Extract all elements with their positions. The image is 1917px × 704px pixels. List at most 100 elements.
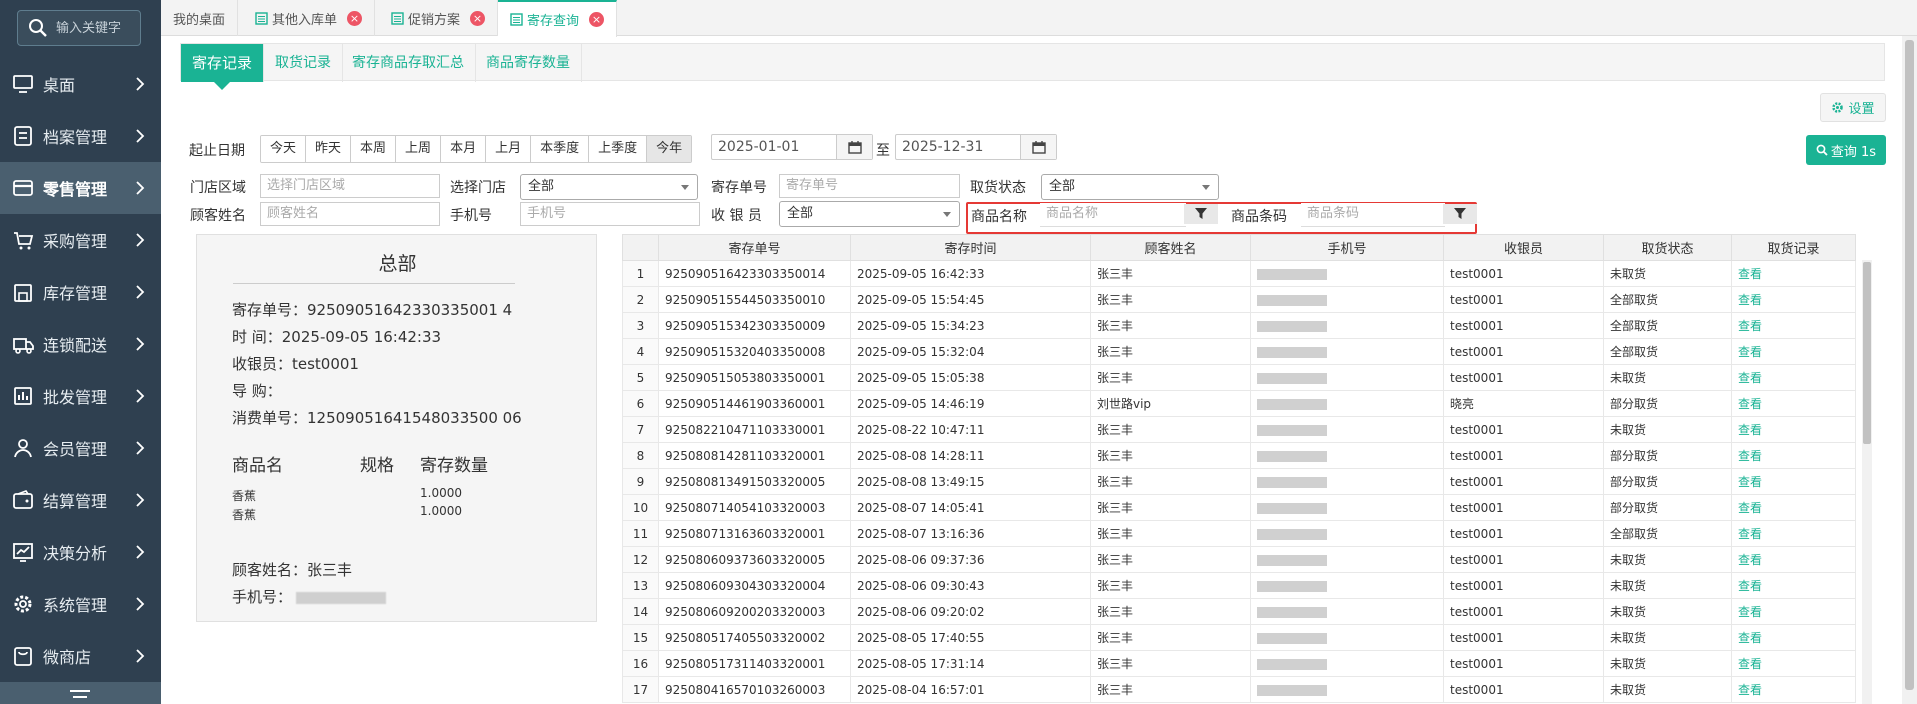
pickup-record-cell[interactable]: 查看	[1731, 624, 1856, 651]
query-button[interactable]: 查询 1s	[1806, 135, 1886, 165]
store-select[interactable]: 全部	[520, 174, 698, 200]
pickup-record-cell[interactable]: 查看	[1731, 286, 1856, 313]
table-row[interactable]: 1 925090516423303350014 2025-09-05 16:42:3…	[622, 260, 1856, 287]
view-link[interactable]: 查看	[1738, 319, 1762, 333]
pickup-record-cell[interactable]: 查看	[1731, 572, 1856, 599]
view-link[interactable]: 查看	[1738, 579, 1762, 593]
product-name-filter-button[interactable]	[1184, 204, 1218, 224]
view-link[interactable]: 查看	[1738, 605, 1762, 619]
table-row[interactable]: 7 925082210471103330001 2025-08-22 10:47:1…	[622, 416, 1856, 443]
page-scrollbar[interactable]	[1902, 36, 1917, 704]
table-scrollbar-thumb[interactable]	[1863, 262, 1871, 444]
table-row[interactable]: 9 925080813491503320005 2025-08-08 13:49:1…	[622, 468, 1856, 495]
col-header-customer[interactable]: 顾客姓名	[1090, 234, 1251, 261]
date-btn-this-week[interactable]: 本周	[351, 136, 397, 162]
pickup-record-cell[interactable]: 查看	[1731, 390, 1856, 417]
pickup-record-cell[interactable]: 查看	[1731, 520, 1856, 547]
close-icon[interactable]: ×	[470, 10, 486, 26]
tab-other-inbound[interactable]: 其他入库单 ×	[243, 0, 376, 36]
col-header-phone[interactable]: 手机号	[1250, 234, 1444, 261]
page-scrollbar-thumb[interactable]	[1905, 40, 1914, 690]
table-row[interactable]: 4 925090515320403350008 2025-09-05 15:32:0…	[622, 338, 1856, 365]
table-row[interactable]: 11 925080713163603320001 2025-08-07 13:16:…	[622, 520, 1856, 547]
pickup-record-cell[interactable]: 查看	[1731, 546, 1856, 573]
subtab-deposit-quantity[interactable]: 商品寄存数量	[475, 44, 582, 82]
view-link[interactable]: 查看	[1738, 683, 1762, 697]
sidebar-item[interactable]: 桌面	[0, 58, 161, 110]
search-box[interactable]	[17, 10, 141, 46]
settings-button[interactable]: 设置	[1820, 93, 1886, 122]
view-link[interactable]: 查看	[1738, 631, 1762, 645]
search-input[interactable]	[56, 20, 136, 36]
view-link[interactable]: 查看	[1738, 657, 1762, 671]
table-row[interactable]: 6 925090514461903360001 2025-09-05 14:46:1…	[622, 390, 1856, 417]
sidebar-item[interactable]: 批发管理	[0, 370, 161, 422]
col-header-pickup-record[interactable]: 取货记录	[1731, 234, 1856, 261]
col-header-deposit-no[interactable]: 寄存单号	[658, 234, 851, 261]
sidebar-item[interactable]: 档案管理	[0, 110, 161, 162]
date-btn-yesterday[interactable]: 昨天	[306, 136, 352, 162]
pickup-record-cell[interactable]: 查看	[1731, 338, 1856, 365]
view-link[interactable]: 查看	[1738, 553, 1762, 567]
table-row[interactable]: 15 925080517405503320002 2025-08-05 17:40:…	[622, 624, 1856, 651]
date-btn-today[interactable]: 今天	[261, 136, 307, 162]
table-row[interactable]: 8 925080814281103320001 2025-08-08 14:28:1…	[622, 442, 1856, 469]
pickup-record-cell[interactable]: 查看	[1731, 468, 1856, 495]
customer-input[interactable]: 顾客姓名	[260, 202, 440, 226]
table-row[interactable]: 13 925080609304303320004 2025-08-06 09:30:…	[622, 572, 1856, 599]
view-link[interactable]: 查看	[1738, 397, 1762, 411]
pickup-record-cell[interactable]: 查看	[1731, 416, 1856, 443]
subtab-deposit-records[interactable]: 寄存记录	[181, 44, 265, 82]
phone-input[interactable]: 手机号	[520, 202, 700, 226]
date-btn-this-month[interactable]: 本月	[441, 136, 487, 162]
table-row[interactable]: 3 925090515342303350009 2025-09-05 15:34:2…	[622, 312, 1856, 339]
view-link[interactable]: 查看	[1738, 345, 1762, 359]
pickup-record-cell[interactable]: 查看	[1731, 494, 1856, 521]
date-btn-this-quarter[interactable]: 本季度	[531, 136, 590, 162]
view-link[interactable]: 查看	[1738, 293, 1762, 307]
sidebar-item[interactable]: 采购管理	[0, 214, 161, 266]
table-row[interactable]: 2 925090515544503350010 2025-09-05 15:54:4…	[622, 286, 1856, 313]
barcode-filter-button[interactable]	[1443, 204, 1477, 224]
close-icon[interactable]: ×	[589, 12, 605, 27]
sidebar-item[interactable]: 连锁配送	[0, 318, 161, 370]
sidebar-item[interactable]: 决策分析	[0, 526, 161, 578]
pickup-record-cell[interactable]: 查看	[1731, 364, 1856, 391]
sidebar-item[interactable]: 会员管理	[0, 422, 161, 474]
table-row[interactable]: 16 925080517311403320001 2025-08-05 17:31:…	[622, 650, 1856, 677]
close-icon[interactable]: ×	[347, 10, 363, 26]
pickup-record-cell[interactable]: 查看	[1731, 312, 1856, 339]
sidebar-item[interactable]: 库存管理	[0, 266, 161, 318]
tab-promotion[interactable]: 促销方案 ×	[379, 0, 499, 36]
view-link[interactable]: 查看	[1738, 267, 1762, 281]
calendar-icon[interactable]	[836, 135, 872, 159]
pickup-record-cell[interactable]: 查看	[1731, 260, 1856, 287]
table-row[interactable]: 17 925080416570103260003 2025-08-04 16:57:…	[622, 676, 1856, 703]
sidebar-item[interactable]: 微商店	[0, 630, 161, 682]
table-row[interactable]: 5 925090515053803350001 2025-09-05 15:05:3…	[622, 364, 1856, 391]
view-link[interactable]: 查看	[1738, 371, 1762, 385]
view-link[interactable]: 查看	[1738, 423, 1762, 437]
col-header-deposit-time[interactable]: 寄存时间	[850, 234, 1091, 261]
table-row[interactable]: 10 925080714054103320003 2025-08-07 14:05:…	[622, 494, 1856, 521]
subtab-pickup-records[interactable]: 取货记录	[264, 44, 343, 82]
product-name-input[interactable]: 商品名称	[1040, 203, 1186, 227]
col-header-pickup-status[interactable]: 取货状态	[1603, 234, 1732, 261]
date-to-field[interactable]: 2025-12-31	[895, 134, 1057, 160]
sidebar-collapse[interactable]	[0, 682, 161, 704]
sidebar-item[interactable]: 零售管理	[0, 162, 161, 214]
pickup-record-cell[interactable]: 查看	[1731, 598, 1856, 625]
barcode-input[interactable]: 商品条码	[1301, 203, 1445, 227]
view-link[interactable]: 查看	[1738, 449, 1762, 463]
pickup-status-select[interactable]: 全部	[1041, 174, 1219, 200]
sidebar-item[interactable]: 系统管理	[0, 578, 161, 630]
table-row[interactable]: 12 925080609373603320005 2025-08-06 09:37:…	[622, 546, 1856, 573]
table-row[interactable]: 14 925080609200203320003 2025-08-06 09:20:…	[622, 598, 1856, 625]
calendar-icon[interactable]	[1020, 135, 1056, 159]
date-btn-last-quarter[interactable]: 上季度	[589, 136, 648, 162]
col-header-cashier[interactable]: 收银员	[1443, 234, 1604, 261]
tab-my-desktop[interactable]: 我的桌面	[161, 0, 239, 36]
cashier-select[interactable]: 全部	[779, 201, 960, 227]
pickup-record-cell[interactable]: 查看	[1731, 676, 1856, 703]
date-btn-last-week[interactable]: 上周	[396, 136, 442, 162]
